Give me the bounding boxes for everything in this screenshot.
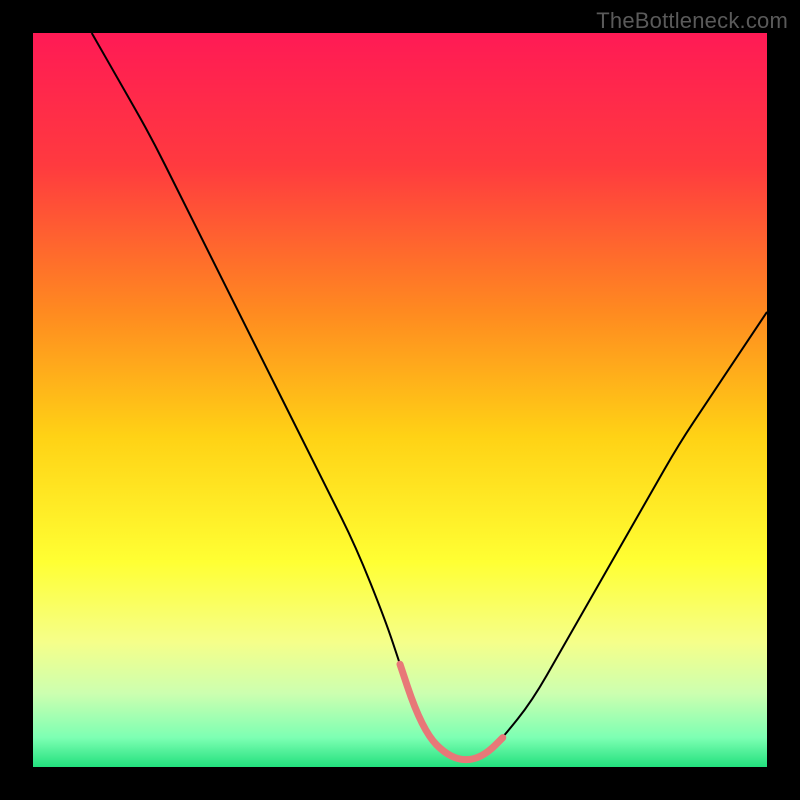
- chart-svg: [33, 33, 767, 767]
- plot-area: [33, 33, 767, 767]
- chart-background: [33, 33, 767, 767]
- watermark-text: TheBottleneck.com: [596, 8, 788, 34]
